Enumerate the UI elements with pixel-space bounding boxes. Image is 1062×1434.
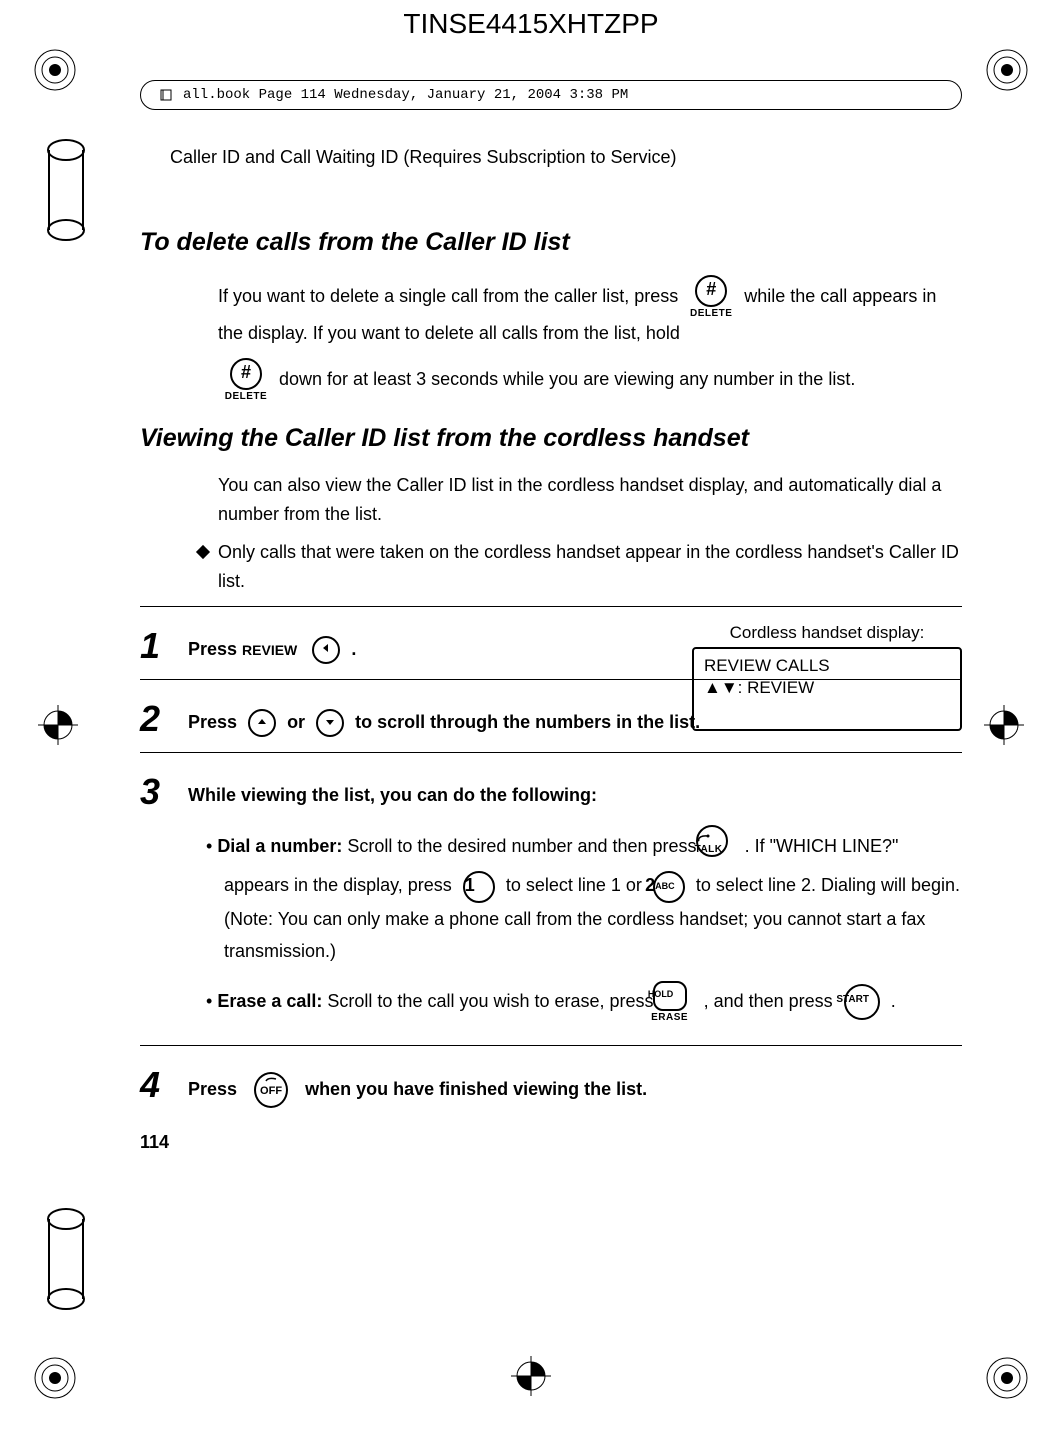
- document-code-header: TINSE4415XHTZPP: [0, 0, 1062, 40]
- binder-ring-bottom: [26, 1204, 86, 1314]
- two-key-icon: 2ABC: [653, 871, 685, 903]
- page-content: Caller ID and Call Waiting ID (Requires …: [140, 135, 962, 1344]
- step-3: 3 While viewing the list, you can do the…: [140, 771, 962, 1033]
- section-view-title: Viewing the Caller ID list from the cord…: [140, 424, 962, 453]
- book-icon: [159, 87, 175, 103]
- handset-display-caption: Cordless handset display:: [692, 623, 962, 643]
- talk-sublabel: TALK: [702, 845, 734, 855]
- step-2: 2 Press or to scroll through the numbers…: [140, 698, 962, 740]
- up-arrow-key-icon: [248, 709, 276, 737]
- diamond-bullet-icon: [196, 545, 210, 559]
- step-3-number: 3: [140, 771, 188, 813]
- step-2-pre: Press: [188, 712, 242, 732]
- binder-ring-top: [26, 135, 86, 245]
- running-head: Caller ID and Call Waiting ID (Requires …: [170, 147, 962, 168]
- off-key-icon: OFF: [248, 1072, 294, 1108]
- step-1-post: .: [351, 639, 356, 659]
- step-1-pre: Press: [188, 639, 242, 659]
- step-1: 1 Press REVIEW . Cordless handset displa…: [140, 625, 962, 667]
- down-arrow-key-icon: [316, 709, 344, 737]
- divider: [140, 1045, 962, 1046]
- page-number: 114: [140, 1132, 962, 1153]
- divider: [140, 752, 962, 753]
- registration-mark-bottom-left: [33, 1356, 77, 1400]
- dial-c: to select line 1 or: [506, 875, 647, 895]
- step-2-mid: or: [287, 712, 310, 732]
- view-p1: You can also view the Caller ID list in …: [218, 471, 962, 529]
- divider: [140, 606, 962, 607]
- left-arrow-key-icon: [312, 636, 340, 664]
- step-2-post: to scroll through the numbers in the lis…: [355, 712, 700, 732]
- dial-a: Scroll to the desired number and then pr…: [347, 836, 701, 856]
- delete-para-a: If you want to delete a single call from…: [218, 286, 683, 306]
- print-meta-bar: all.book Page 114 Wednesday, January 21,…: [140, 80, 962, 110]
- dial-number-label: Dial a number:: [217, 836, 342, 856]
- lcd-line-2: ▲▼: REVIEW: [704, 677, 950, 699]
- hash-key-sublabel-2: DELETE: [224, 392, 268, 402]
- view-bullet: Only calls that were taken on the cordle…: [218, 542, 959, 591]
- hash-key-sublabel: DELETE: [689, 309, 733, 319]
- hold-erase-key-icon: HOLD ERASE: [665, 981, 693, 1023]
- step-2-number: 2: [140, 698, 188, 740]
- erase-sublabel: ERASE: [665, 1013, 693, 1023]
- registration-mark-top-left: [33, 48, 77, 92]
- erase-b: , and then press: [704, 991, 838, 1011]
- review-key-label: REVIEW: [242, 638, 297, 663]
- erase-a: Scroll to the call you wish to erase, pr…: [327, 991, 658, 1011]
- erase-call-label: Erase a call:: [217, 991, 322, 1011]
- erase-c: .: [891, 991, 896, 1011]
- lcd-line-1: REVIEW CALLS: [704, 655, 950, 677]
- one-key-icon: 1: [463, 871, 495, 903]
- crosshair-mark-bottom: [511, 1356, 551, 1396]
- talk-key-icon: TALK: [708, 825, 734, 869]
- hash-delete-key-icon: # DELETE: [689, 275, 733, 319]
- print-meta-text: all.book Page 114 Wednesday, January 21,…: [183, 87, 628, 103]
- step-4-pre: Press: [188, 1079, 242, 1099]
- section-delete-title: To delete calls from the Caller ID list: [140, 228, 962, 257]
- hash-key-glyph-2: #: [230, 358, 262, 390]
- start-key-icon: START: [844, 984, 880, 1020]
- step-4: 4 Press OFF when you have finished viewi…: [140, 1064, 962, 1108]
- step-3-lead: While viewing the list, you can do the f…: [188, 785, 597, 805]
- step-4-post: when you have finished viewing the list.: [305, 1079, 647, 1099]
- registration-mark-bottom-right: [985, 1356, 1029, 1400]
- step-1-number: 1: [140, 625, 188, 667]
- crosshair-mark-right: [984, 705, 1024, 745]
- registration-mark-top-right: [985, 48, 1029, 92]
- hash-delete-key-icon-2: # DELETE: [224, 358, 268, 402]
- hash-key-glyph: #: [695, 275, 727, 307]
- section-view-body: You can also view the Caller ID list in …: [218, 471, 962, 596]
- step-4-number: 4: [140, 1064, 188, 1106]
- section-delete-body: If you want to delete a single call from…: [218, 275, 962, 402]
- crosshair-mark-left: [38, 705, 78, 745]
- delete-para-c: down for at least 3 seconds while you ar…: [279, 369, 855, 389]
